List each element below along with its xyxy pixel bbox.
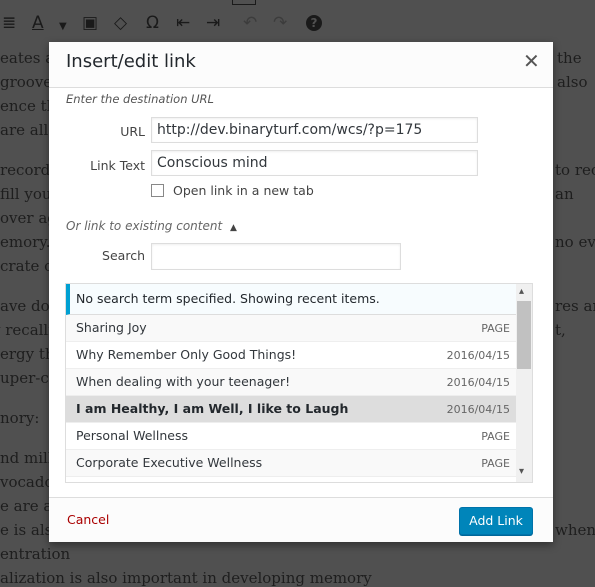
link-text-label: Link Text bbox=[90, 158, 145, 173]
redo-icon[interactable]: ↷ bbox=[273, 13, 287, 33]
caret-down-icon[interactable]: ▼ bbox=[59, 17, 67, 37]
dialog-header: Insert/edit link ✕ bbox=[49, 42, 553, 88]
toolbar-button-top-row[interactable] bbox=[232, 0, 256, 5]
indent-icon[interactable]: ⇥ bbox=[206, 13, 220, 33]
scrollbar-thumb[interactable] bbox=[517, 301, 531, 369]
result-title: Sharing Joy bbox=[76, 320, 147, 335]
undo-icon[interactable]: ↶ bbox=[243, 13, 257, 33]
close-icon[interactable]: ✕ bbox=[523, 50, 540, 72]
bg-text: crate o bbox=[0, 257, 54, 275]
bg-text: an bbox=[555, 185, 574, 203]
bg-text: record bbox=[0, 161, 51, 179]
result-meta: PAGE bbox=[481, 457, 510, 470]
bg-text: eates a bbox=[0, 49, 55, 67]
link-text-input[interactable]: Conscious mind bbox=[151, 150, 478, 176]
result-item[interactable]: Personal Wellness PAGE bbox=[66, 423, 516, 450]
bg-text: e is als bbox=[0, 521, 53, 539]
results-notice: No search term specified. Showing recent… bbox=[66, 284, 516, 315]
search-label: Search bbox=[102, 248, 145, 263]
bg-text: alization is also important in developin… bbox=[0, 569, 372, 587]
result-item[interactable]: Why Remember Only Good Things! 2016/04/15 bbox=[66, 342, 516, 369]
scroll-up-icon[interactable]: ▴ bbox=[519, 286, 524, 297]
bg-text: entration bbox=[0, 545, 71, 563]
url-input[interactable]: http://dev.binaryturf.com/wcs/?p=175 bbox=[151, 117, 478, 143]
clear-formatting-icon[interactable]: ◇ bbox=[114, 13, 127, 33]
dialog-title: Insert/edit link bbox=[66, 51, 196, 72]
bg-text: emory. bbox=[0, 233, 51, 251]
bg-text: to reca bbox=[555, 161, 595, 179]
result-title: I am Healthy, I am Well, I like to Laugh bbox=[76, 401, 349, 416]
search-results-list: No search term specified. Showing recent… bbox=[65, 283, 533, 483]
result-meta: PAGE bbox=[481, 430, 510, 443]
result-meta: 2016/04/15 bbox=[446, 349, 510, 362]
result-item-selected[interactable]: I am Healthy, I am Well, I like to Laugh… bbox=[66, 396, 516, 423]
result-item[interactable]: When dealing with your teenager! 2016/04/… bbox=[66, 369, 516, 396]
paste-text-icon[interactable]: ▣ bbox=[82, 13, 98, 33]
url-label: URL bbox=[120, 124, 145, 139]
dialog-footer: Cancel Add Link bbox=[49, 497, 553, 542]
align-justify-icon[interactable]: ≣ bbox=[2, 13, 16, 33]
existing-content-toggle[interactable]: Or link to existing content ▲ bbox=[66, 219, 237, 233]
bg-text: no evi bbox=[555, 233, 595, 251]
new-tab-checkbox[interactable] bbox=[151, 184, 164, 197]
bg-text: are all bbox=[0, 121, 49, 139]
result-item[interactable]: Sharing Joy PAGE bbox=[66, 315, 516, 342]
bg-text: t, bbox=[555, 321, 566, 339]
url-hint: Enter the destination URL bbox=[66, 92, 214, 106]
insert-link-dialog: Insert/edit link ✕ Enter the destination… bbox=[49, 42, 553, 542]
result-title: Personal Wellness bbox=[76, 428, 189, 443]
bg-text: res and bbox=[555, 297, 595, 315]
existing-content-label: Or link to existing content bbox=[66, 219, 223, 233]
result-title: Why Remember Only Good Things! bbox=[76, 347, 297, 362]
result-meta: 2016/04/15 bbox=[446, 403, 510, 416]
results-scrollbar[interactable]: ▴ ▾ bbox=[516, 284, 532, 482]
result-meta: 2016/04/15 bbox=[446, 376, 510, 389]
text-color-icon[interactable]: A bbox=[32, 13, 44, 33]
bg-text: nory: bbox=[0, 409, 40, 427]
help-icon[interactable]: ? bbox=[306, 15, 322, 31]
bg-text: also bbox=[557, 73, 588, 91]
special-character-icon[interactable]: Ω bbox=[146, 13, 159, 33]
result-title: Corporate Executive Wellness bbox=[76, 455, 263, 470]
result-meta: PAGE bbox=[481, 322, 510, 335]
result-item[interactable]: Corporate Executive Wellness PAGE bbox=[66, 450, 516, 477]
bg-text: ence th bbox=[0, 97, 57, 115]
bg-text: the bbox=[557, 49, 582, 67]
bg-text: when bbox=[555, 521, 595, 539]
editor-toolbar: ≣ A ▼ ▣ ◇ Ω ⇤ ⇥ ↶ ↷ ? bbox=[0, 0, 595, 40]
bg-text: ave do bbox=[0, 297, 50, 315]
bg-text: vocado bbox=[0, 473, 54, 491]
new-tab-label[interactable]: Open link in a new tab bbox=[173, 183, 314, 198]
cancel-link[interactable]: Cancel bbox=[67, 512, 109, 527]
result-title: When dealing with your teenager! bbox=[76, 374, 291, 389]
bg-text: fill you bbox=[0, 185, 52, 203]
add-link-button[interactable]: Add Link bbox=[459, 507, 533, 535]
outdent-icon[interactable]: ⇤ bbox=[176, 13, 190, 33]
bg-text: v recalli bbox=[0, 321, 54, 339]
triangle-up-icon: ▲ bbox=[230, 223, 237, 233]
scroll-down-icon[interactable]: ▾ bbox=[519, 466, 524, 477]
search-input[interactable] bbox=[151, 243, 401, 270]
